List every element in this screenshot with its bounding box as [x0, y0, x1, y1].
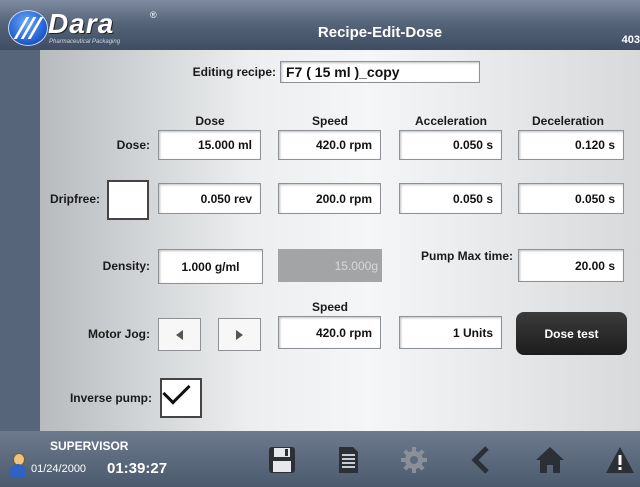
header-bar: Dara ® Pharmaceutical Packaging Recipe-E…	[0, 0, 640, 50]
inverse-pump-label: Inverse pump:	[69, 391, 152, 405]
footer-bar: SUPERVISOR 01/24/2000 01:39:27	[0, 431, 640, 487]
column-header-acceleration: Acceleration	[414, 114, 488, 128]
document-icon[interactable]	[332, 444, 364, 476]
editing-recipe-label: Editing recipe:	[192, 65, 276, 79]
dripfree-dose-field[interactable]: 0.050 rev	[158, 183, 261, 214]
dripfree-speed-field[interactable]: 200.0 rpm	[278, 183, 381, 214]
dripfree-deceleration-field[interactable]: 0.050 s	[518, 183, 624, 214]
company-logo: Dara ® Pharmaceutical Packaging	[8, 8, 166, 46]
warning-icon[interactable]	[604, 444, 636, 476]
density-label: Density:	[102, 259, 150, 273]
column-header-dose: Dose	[195, 114, 225, 128]
dose-test-button[interactable]: Dose test	[516, 312, 627, 355]
inverse-pump-checkbox[interactable]	[160, 376, 202, 418]
save-icon[interactable]	[266, 444, 298, 476]
dose-row-label: Dose:	[116, 138, 150, 152]
checkmark-icon	[162, 376, 191, 405]
pump-max-time-label: Pump Max time:	[420, 249, 513, 263]
logo-text: Dara	[48, 8, 115, 39]
triangle-right-icon	[236, 329, 243, 340]
current-date: 01/24/2000	[31, 463, 87, 475]
dripfree-row-label: Dripfree:	[49, 192, 100, 206]
dripfree-checkbox[interactable]	[107, 180, 149, 220]
jog-forward-button[interactable]	[218, 318, 261, 351]
triangle-left-icon	[176, 329, 183, 340]
pump-max-time-field[interactable]: 20.00 s	[518, 249, 624, 282]
recipe-edit-panel: Editing recipe: F7 ( 15 ml )_copy Dose S…	[40, 50, 640, 431]
dose-speed-field[interactable]: 420.0 rpm	[278, 130, 381, 160]
user-role: SUPERVISOR	[50, 439, 129, 453]
left-frame	[0, 50, 40, 431]
jog-speed-field[interactable]: 420.0 rpm	[278, 316, 381, 349]
dose-volume-field[interactable]: 15.000 ml	[158, 130, 261, 160]
dose-deceleration-field[interactable]: 0.120 s	[518, 130, 624, 160]
recipe-name-field[interactable]: F7 ( 15 ml )_copy	[280, 61, 480, 83]
current-time: 01:39:27	[107, 460, 168, 477]
dripfree-acceleration-field[interactable]: 0.050 s	[399, 183, 502, 214]
computed-weight-display: 15.000g	[278, 249, 382, 282]
logo-registered-mark: ®	[150, 10, 157, 20]
motor-jog-speed-header: Speed	[311, 300, 348, 314]
logo-subtitle: Pharmaceutical Packaging	[49, 39, 121, 45]
back-icon[interactable]	[466, 444, 498, 476]
user-icon[interactable]	[10, 453, 26, 479]
motor-jog-label: Motor Jog:	[88, 327, 150, 341]
jog-backward-button[interactable]	[158, 318, 201, 351]
dose-acceleration-field[interactable]: 0.050 s	[399, 130, 502, 160]
column-header-deceleration: Deceleration	[531, 114, 605, 128]
density-field[interactable]: 1.000 g/ml	[158, 249, 263, 284]
column-header-speed: Speed	[311, 114, 348, 128]
gear-icon[interactable]	[398, 444, 430, 476]
recipe-edit-dose-screen: Dara ® Pharmaceutical Packaging Recipe-E…	[0, 0, 640, 487]
jog-units-field[interactable]: 1 Units	[399, 316, 502, 349]
home-icon[interactable]	[534, 444, 566, 476]
screen-number: 403	[621, 34, 640, 46]
page-title: Recipe-Edit-Dose	[317, 24, 443, 41]
logo-mark-icon	[8, 10, 48, 46]
